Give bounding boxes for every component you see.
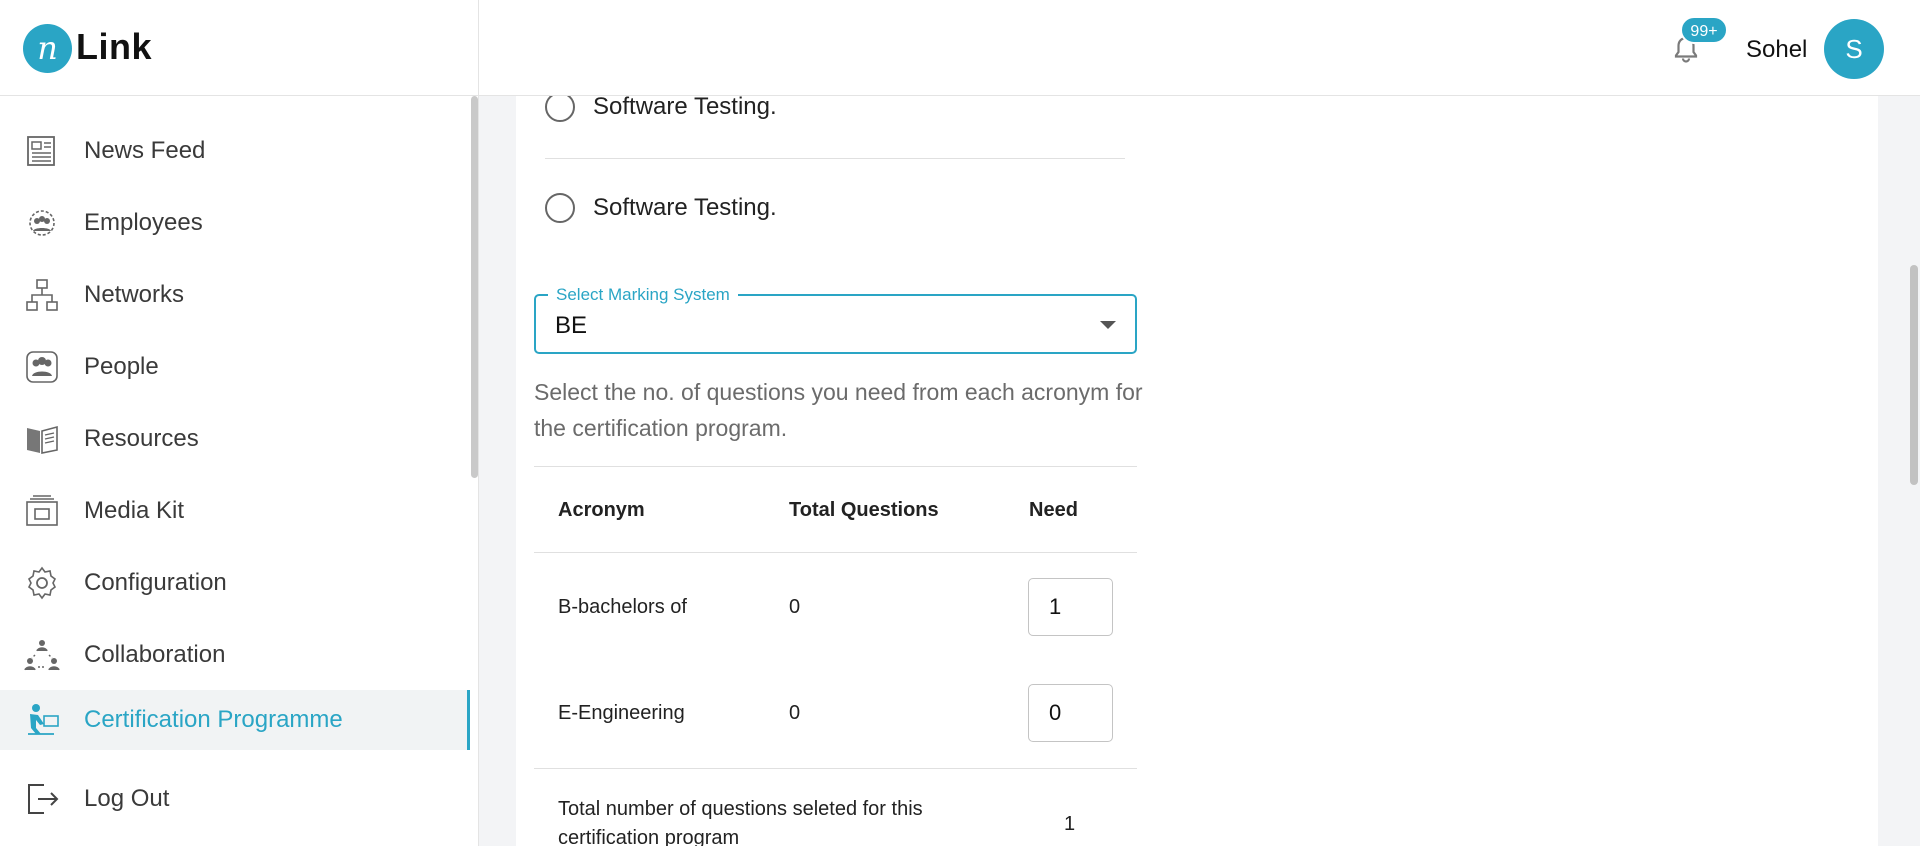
sidebar-item-employees[interactable]: Employees [0, 193, 470, 253]
sidebar-item-label: People [84, 353, 159, 380]
radio-button[interactable] [545, 193, 575, 223]
user-name[interactable]: Sohel [1746, 36, 1807, 64]
total-label: Total number of questions seleted for th… [558, 798, 923, 846]
need-input[interactable]: 0 [1028, 684, 1113, 742]
marking-system-label: Select Marking System [548, 285, 738, 305]
chevron-down-icon[interactable] [1100, 321, 1116, 329]
table-header-row: Acronym Total Questions Need [534, 466, 1137, 552]
sidebar-item-news-feed[interactable]: News Feed [0, 121, 470, 181]
logout-icon [28, 784, 59, 814]
table-row: B-bachelors of 0 1 [534, 552, 1137, 660]
avatar[interactable]: S [1824, 19, 1884, 79]
gear-icon [27, 566, 57, 600]
option-divider [545, 158, 1125, 159]
acronym-table: Acronym Total Questions Need B-bachelors… [534, 466, 1137, 846]
column-header-need: Need [1029, 499, 1078, 521]
sidebar-item-resources[interactable]: Resources [0, 409, 470, 469]
sidebar: News Feed Employees Networks People Reso… [0, 96, 479, 846]
help-text: Select the no. of questions you need fro… [534, 379, 1143, 441]
acronym-cell: B-bachelors of [558, 596, 687, 618]
total-value: 1 [1064, 813, 1076, 835]
marking-system-value: BE [555, 312, 588, 339]
logo-text[interactable]: Link [76, 26, 152, 68]
total-questions-cell: 0 [789, 702, 801, 724]
media-kit-icon [26, 495, 58, 526]
option-row[interactable]: Software Testing. [545, 92, 777, 122]
people-icon [26, 351, 58, 383]
table-total-row: Total number of questions seleted for th… [534, 768, 1137, 846]
sidebar-item-label: Configuration [84, 569, 227, 596]
option-label: Software Testing. [593, 194, 777, 221]
sidebar-item-label: Resources [84, 425, 199, 452]
sidebar-item-label: Certification Programme [84, 706, 343, 733]
sidebar-item-label: Employees [84, 209, 203, 236]
newspaper-icon [27, 136, 55, 166]
sidebar-item-people[interactable]: People [0, 337, 470, 397]
option-label: Software Testing. [593, 93, 777, 120]
sidebar-item-label: Media Kit [84, 497, 185, 524]
collaboration-icon [24, 640, 60, 671]
sidebar-item-networks[interactable]: Networks [0, 265, 470, 325]
network-icon [26, 279, 58, 311]
logo-area: n Link [0, 0, 479, 96]
logo-mark[interactable]: n [23, 24, 72, 73]
sidebar-item-label: Networks [84, 281, 185, 308]
book-icon [27, 425, 58, 454]
acronym-cell: E-Engineering [558, 702, 685, 724]
sidebar-item-label: Log Out [84, 785, 170, 812]
radio-button[interactable] [545, 92, 575, 122]
sidebar-item-label: News Feed [84, 137, 206, 164]
column-header-total-questions: Total Questions [789, 499, 939, 521]
marking-system-select[interactable]: Select Marking System BE [534, 285, 1137, 354]
sidebar-item-configuration[interactable]: Configuration [0, 553, 470, 613]
sidebar-item-media-kit[interactable]: Media Kit [0, 481, 470, 541]
top-bar: n Link 99+ Sohel S [0, 0, 1920, 96]
sidebar-item-log-out[interactable]: Log Out [0, 769, 470, 829]
sidebar-item-label: Collaboration [84, 641, 226, 668]
column-header-acronym: Acronym [558, 499, 645, 521]
page-scrollbar[interactable] [1910, 265, 1918, 485]
sidebar-item-collaboration[interactable]: Collaboration [0, 625, 470, 685]
employees-icon [29, 210, 55, 236]
table-row: E-Engineering 0 0 [534, 660, 1137, 768]
main-card: Software Testing. Software Testing. Sele… [516, 92, 1878, 846]
notification-badge[interactable]: 99+ [1680, 16, 1728, 44]
need-input[interactable]: 1 [1028, 578, 1113, 636]
sidebar-scrollbar[interactable] [471, 96, 478, 478]
option-row[interactable]: Software Testing. [545, 193, 777, 223]
sidebar-item-certification-programme[interactable]: Certification Programme [0, 690, 470, 750]
certification-icon [28, 704, 59, 735]
total-questions-cell: 0 [789, 596, 801, 618]
